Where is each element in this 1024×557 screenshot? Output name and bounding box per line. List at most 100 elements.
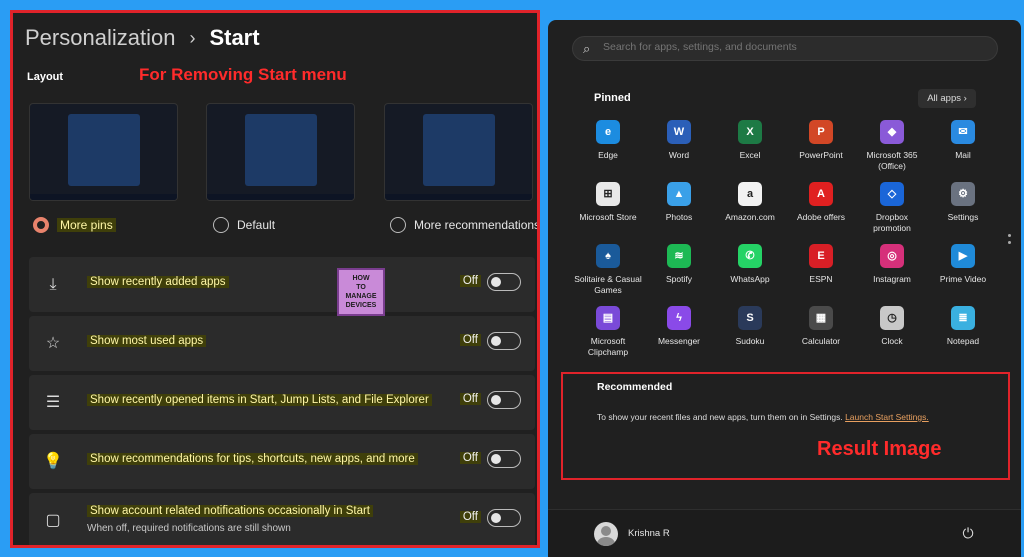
layout-radio-group: More pins Default More recommendations	[33, 217, 537, 237]
pinned-app-espn[interactable]: E ESPN	[785, 244, 857, 285]
toggle-recommendations[interactable]	[487, 450, 521, 468]
pinned-heading: Pinned	[594, 92, 631, 104]
word-icon: W	[667, 120, 691, 144]
settings-icon: ⚙	[951, 182, 975, 206]
annotation-right: Result Image	[817, 438, 942, 460]
lightbulb-icon: 💡	[43, 453, 63, 470]
pinned-app-prime-video[interactable]: ▶ Prime Video	[927, 244, 999, 285]
star-icon: ☆	[45, 335, 61, 352]
setting-state: Off	[459, 393, 481, 405]
mail-icon: ✉	[951, 120, 975, 144]
layout-thumb-more-recommendations[interactable]	[384, 103, 533, 201]
app-label: Solitaire & Casual Games	[574, 274, 642, 295]
store-icon: ⊞	[596, 182, 620, 206]
app-label: Spotify	[666, 274, 692, 284]
app-label: Notepad	[946, 336, 980, 346]
setting-label: Show account related notifications occas…	[87, 505, 373, 517]
setting-label: Show most used apps	[87, 335, 207, 347]
pinned-app-store[interactable]: ⊞ Microsoft Store	[572, 182, 644, 223]
annotation-left: For Removing Start menu	[139, 65, 347, 84]
all-apps-button[interactable]: All apps ›	[918, 89, 976, 108]
pinned-app-spotify[interactable]: ≋ Spotify	[643, 244, 715, 285]
pinned-app-dropbox[interactable]: ◇ Dropbox promotion	[856, 182, 928, 234]
pinned-app-adobe[interactable]: A Adobe offers	[785, 182, 857, 223]
setting-state: Off	[459, 334, 481, 346]
amazon-icon: a	[738, 182, 762, 206]
power-icon[interactable]: ⏻	[960, 525, 976, 541]
whatsapp-icon: ✆	[738, 244, 762, 268]
app-label: Messenger	[657, 336, 701, 346]
toggle-recently-added[interactable]	[487, 273, 521, 291]
clock-icon: ◷	[880, 306, 904, 330]
pinned-app-clock[interactable]: ◷ Clock	[856, 306, 928, 347]
user-name[interactable]: Krishna R	[628, 528, 670, 539]
pinned-app-notepad[interactable]: ≣ Notepad	[927, 306, 999, 347]
pinned-app-clipchamp[interactable]: ▤ Microsoft Clipchamp	[572, 306, 644, 358]
radio-label: More pins	[57, 218, 116, 232]
pinned-app-mail[interactable]: ✉ Mail	[927, 120, 999, 161]
clipchamp-icon: ▤	[596, 306, 620, 330]
toggle-most-used[interactable]	[487, 332, 521, 350]
setting-row-most-used: ☆ Show most used apps Off	[29, 316, 535, 371]
pinned-app-office[interactable]: ◆ Microsoft 365 (Office)	[856, 120, 928, 172]
radio-circle[interactable]	[213, 217, 229, 233]
photos-icon: ▲	[667, 182, 691, 206]
setting-label: Show recently opened items in Start, Jum…	[87, 394, 432, 406]
app-label: Sudoku	[735, 336, 765, 346]
setting-state: Off	[459, 452, 481, 464]
launch-start-settings-link[interactable]: Launch Start Settings.	[845, 412, 929, 422]
pinned-app-instagram[interactable]: ◎ Instagram	[856, 244, 928, 285]
pinned-app-whatsapp[interactable]: ✆ WhatsApp	[714, 244, 786, 285]
radio-label: Default	[237, 218, 276, 232]
app-label: Photos	[665, 212, 693, 222]
pinned-app-photos[interactable]: ▲ Photos	[643, 182, 715, 223]
layout-thumb-more-pins[interactable]	[29, 103, 178, 201]
app-label: Instagram	[873, 274, 911, 284]
download-icon: ⤓	[49, 276, 57, 293]
pinned-app-sudoku[interactable]: S Sudoku	[714, 306, 786, 347]
pinned-app-solitaire[interactable]: ♠ Solitaire & Casual Games	[572, 244, 644, 296]
recommended-heading: Recommended	[597, 381, 673, 393]
radio-default[interactable]: Default	[213, 217, 275, 233]
chevron-right-icon: ›	[963, 93, 967, 104]
notepad-icon: ≣	[951, 306, 975, 330]
pinned-app-calculator[interactable]: ▦ Calculator	[785, 306, 857, 347]
setting-state: Off	[459, 275, 481, 287]
pinned-app-messenger[interactable]: ϟ Messenger	[643, 306, 715, 347]
avatar[interactable]	[594, 522, 618, 546]
app-label: PowerPoint	[799, 150, 843, 160]
pinned-app-word[interactable]: W Word	[643, 120, 715, 161]
toggle-account-notifications[interactable]	[487, 509, 521, 527]
page-indicator[interactable]	[1008, 234, 1011, 248]
how-to-manage-devices-logo: HOW TO MANAGE DEVICES	[337, 268, 385, 316]
start-search-box[interactable]: ⌕	[572, 36, 998, 61]
search-input[interactable]	[603, 41, 983, 53]
toggle-recently-opened[interactable]	[487, 391, 521, 409]
setting-label: Show recently added apps	[87, 276, 229, 288]
pinned-app-amazon[interactable]: a Amazon.com	[714, 182, 786, 223]
app-label: Excel	[739, 150, 761, 160]
radio-more-recommendations[interactable]: More recommendations	[390, 217, 537, 233]
espn-icon: E	[809, 244, 833, 268]
pinned-app-excel[interactable]: X Excel	[714, 120, 786, 161]
breadcrumb-parent[interactable]: Personalization	[25, 25, 175, 51]
pinned-app-settings[interactable]: ⚙ Settings	[927, 182, 999, 223]
app-label: Mail	[955, 150, 971, 160]
setting-row-recently-opened: ☰ Show recently opened items in Start, J…	[29, 375, 535, 430]
radio-circle[interactable]	[33, 217, 49, 233]
dropbox-icon: ◇	[880, 182, 904, 206]
radio-more-pins[interactable]: More pins	[33, 217, 116, 233]
pinned-app-powerpoint[interactable]: P PowerPoint	[785, 120, 857, 161]
app-label: Microsoft 365 (Office)	[866, 150, 918, 171]
radio-circle[interactable]	[390, 217, 406, 233]
excel-icon: X	[738, 120, 762, 144]
page-title: Start	[209, 25, 260, 50]
edge-icon: e	[596, 120, 620, 144]
layout-thumb-default[interactable]	[206, 103, 355, 201]
setting-state: Off	[459, 511, 481, 523]
pinned-app-edge[interactable]: e Edge	[572, 120, 644, 161]
setting-row-account-notifications: ▢ Show account related notifications occ…	[29, 493, 535, 545]
layout-label: Layout	[27, 71, 64, 83]
app-label: Edge	[598, 150, 618, 160]
setting-sublabel: When off, required notifications are sti…	[87, 523, 291, 534]
